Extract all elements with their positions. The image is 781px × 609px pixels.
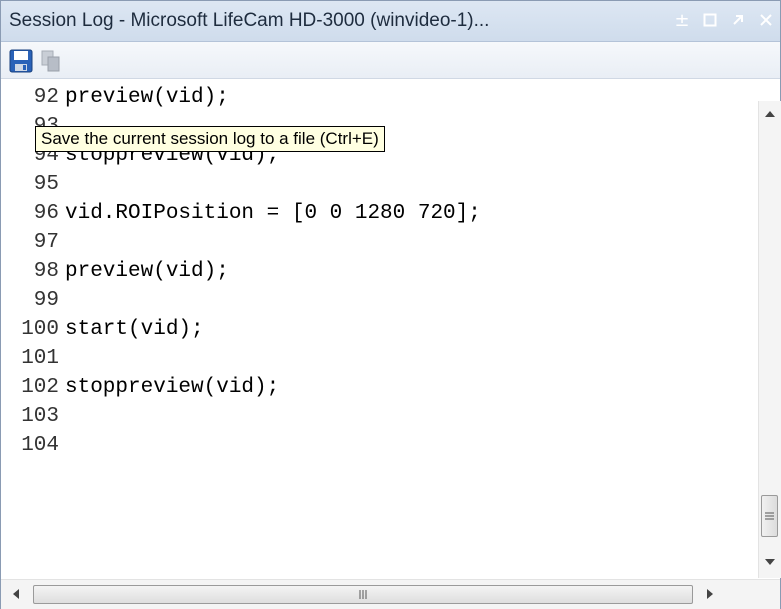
save-log-button[interactable] bbox=[7, 47, 35, 74]
line-number: 102 bbox=[21, 376, 59, 399]
horizontal-scroll-thumb[interactable] bbox=[33, 585, 693, 604]
line-number: 92 bbox=[33, 86, 59, 109]
scroll-right-arrow-icon bbox=[707, 589, 713, 599]
log-line[interactable]: 101 bbox=[5, 344, 757, 373]
vertical-scroll-thumb[interactable] bbox=[761, 495, 778, 537]
window-title: Session Log - Microsoft LifeCam HD-3000 … bbox=[9, 10, 490, 31]
copy-button[interactable] bbox=[37, 47, 65, 74]
line-number: 100 bbox=[21, 318, 59, 341]
line-number: 103 bbox=[21, 405, 59, 428]
title-bar[interactable]: Session Log - Microsoft LifeCam HD-3000 … bbox=[1, 1, 780, 42]
log-line[interactable]: 99 bbox=[5, 286, 757, 315]
floppy-disk-icon bbox=[9, 49, 33, 72]
line-code: preview(vid); bbox=[65, 260, 229, 283]
close-icon bbox=[760, 14, 772, 26]
log-line[interactable]: 95 bbox=[5, 170, 757, 199]
scroll-up-arrow-icon bbox=[765, 111, 775, 117]
log-line[interactable]: 92 preview(vid); bbox=[5, 83, 757, 112]
close-button[interactable] bbox=[753, 7, 779, 33]
log-line[interactable]: 97 bbox=[5, 228, 757, 257]
log-line[interactable]: 98 preview(vid); bbox=[5, 257, 757, 286]
line-code: vid.ROIPosition = [0 0 1280 720]; bbox=[65, 202, 481, 225]
log-line[interactable]: 96 vid.ROIPosition = [0 0 1280 720]; bbox=[5, 199, 757, 228]
line-number: 98 bbox=[33, 260, 59, 283]
dock-button[interactable]: ± bbox=[669, 7, 695, 33]
dock-icon: ± bbox=[674, 9, 690, 31]
grip-icon bbox=[765, 512, 774, 520]
line-code: stoppreview(vid); bbox=[65, 376, 280, 399]
line-number: 97 bbox=[33, 231, 59, 254]
toolbar bbox=[1, 42, 780, 79]
log-line[interactable]: 102 stoppreview(vid); bbox=[5, 373, 757, 402]
line-number: 104 bbox=[21, 434, 59, 457]
scroll-up-button[interactable] bbox=[759, 103, 781, 125]
maximize-button[interactable] bbox=[697, 7, 723, 33]
grip-icon bbox=[359, 590, 367, 599]
log-line[interactable]: 103 bbox=[5, 402, 757, 431]
session-log-editor[interactable]: 92preview(vid);9394stoppreview(vid);9596… bbox=[5, 81, 757, 578]
scroll-right-button[interactable] bbox=[699, 583, 721, 605]
line-number: 101 bbox=[21, 347, 59, 370]
line-code: start(vid); bbox=[65, 318, 204, 341]
line-number: 96 bbox=[33, 202, 59, 225]
scroll-down-button[interactable] bbox=[759, 551, 781, 573]
line-number: 95 bbox=[33, 173, 59, 196]
line-number: 99 bbox=[33, 289, 59, 312]
line-code: preview(vid); bbox=[65, 86, 229, 109]
copy-icon bbox=[41, 50, 60, 71]
maximize-icon bbox=[703, 13, 717, 27]
save-tooltip: Save the current session log to a file (… bbox=[35, 126, 385, 152]
scroll-left-arrow-icon bbox=[13, 589, 19, 599]
session-log-window: Session Log - Microsoft LifeCam HD-3000 … bbox=[0, 0, 781, 609]
vertical-scrollbar[interactable] bbox=[758, 101, 781, 578]
scroll-left-button[interactable] bbox=[5, 583, 27, 605]
log-line[interactable]: 104 bbox=[5, 431, 757, 460]
undock-arrow-icon bbox=[733, 15, 743, 25]
scroll-down-arrow-icon bbox=[765, 559, 775, 565]
undock-button[interactable] bbox=[725, 7, 751, 33]
log-line[interactable]: 100 start(vid); bbox=[5, 315, 757, 344]
horizontal-scrollbar[interactable] bbox=[1, 579, 780, 609]
